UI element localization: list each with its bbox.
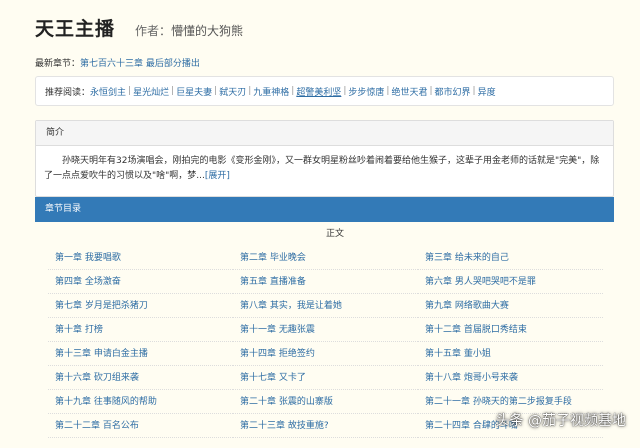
recommend-link[interactable]: 都市幻界 [435,85,471,98]
chapter-link[interactable]: 第十三章 申请白金主播 [55,349,148,359]
chapter-cell: 第二十章 张震的山寨版 [233,390,418,414]
chapter-link[interactable]: 第七章 岁月是把杀猪刀 [55,301,148,311]
chapter-cell: 第十六章 砍刀组来袭 [48,366,233,390]
book-header: 天王主播 作者：懵懂的大狗熊 [35,14,243,48]
chapter-link[interactable]: 第六章 男人哭吧哭吧不是罪 [425,277,536,287]
latest-chapter-label: 最新章节： [35,59,81,69]
recommend-link[interactable]: 超警美利坚 [296,85,341,98]
chapter-cell: 第六章 男人哭吧哭吧不是罪 [418,270,603,294]
book-title: 天王主播 [35,18,116,40]
chapter-cell: 第三章 给未来的自己 [418,246,603,270]
chapter-link[interactable]: 第十四章 拒绝签约 [240,349,315,359]
intro-header: 简介 [36,121,613,146]
latest-chapter-link[interactable]: 第七百六十三章 最后部分播出 [80,59,200,69]
recommend-link[interactable]: 永恒剑主 [90,85,126,98]
chapter-link[interactable]: 第九章 网络歌曲大赛 [425,301,509,311]
separator: | [343,86,347,96]
chapter-link[interactable]: 第二十二章 百名公布 [55,421,139,431]
chapter-cell: 第二章 毕业晚会 [233,246,418,270]
toc-header: 章节目录 [35,197,614,222]
intro-text: 孙晓天明年有32场演唱会，刚拍完的电影《变形金刚》，又一群女明星粉丝吵着闹着要给… [44,156,600,181]
chapter-link[interactable]: 第五章 直播准备 [240,277,306,287]
recommend-label: 推荐阅读： [45,87,91,98]
expand-link[interactable]: [展开] [205,171,230,181]
chapter-link[interactable]: 第四章 全场激奋 [55,277,121,287]
chapter-cell: 第十四章 拒绝签约 [233,342,418,366]
chapter-link[interactable]: 第二十三章 故技重施? [240,421,329,431]
recommend-link[interactable]: 步步惊唐 [348,85,384,98]
separator: | [128,86,132,96]
separator: | [386,86,390,96]
author-name: 懵懂的大狗熊 [171,24,244,38]
recommend-link[interactable]: 巨星夫妻 [176,85,212,98]
watermark: 头条 @茄子视频基地 [495,413,626,429]
chapter-link[interactable]: 第十七章 又卡了 [240,373,306,383]
separator: | [214,86,218,96]
separator: | [429,86,433,96]
chapter-link[interactable]: 第二章 毕业晚会 [240,253,306,263]
chapter-link[interactable]: 第二十一章 孙晓天的第二步报复手段 [425,397,572,407]
author-label: 作者： [135,24,172,38]
recommend-link[interactable]: 弑天刃 [219,85,246,98]
chapter-cell: 第十三章 申请白金主播 [48,342,233,366]
chapter-cell: 第八章 其实，我是让着她 [233,294,418,318]
intro-text-block: 孙晓天明年有32场演唱会，刚拍完的电影《变形金刚》，又一群女明星粉丝吵着闹着要给… [36,146,613,184]
chapter-link[interactable]: 第十二章 首届脱口秀结束 [425,325,527,335]
chapter-link[interactable]: 第十五章 董小姐 [425,349,491,359]
chapter-cell: 第十九章 往事随风的帮助 [48,390,233,414]
separator: | [248,86,252,96]
chapter-cell: 第四章 全场激奋 [48,270,233,294]
latest-chapter-line: 最新章节：第七百六十三章 最后部分播出 [35,56,200,69]
chapter-cell: 第十五章 董小姐 [418,342,603,366]
chapter-link[interactable]: 第一章 我要唱歌 [55,253,121,263]
recommend-bar: 推荐阅读： 永恒剑主 | 星光灿烂 | 巨星夫妻 | 弑天刃 | 九重神格 | 超警美利坚… [35,76,614,106]
author-line: 作者：懵懂的大狗熊 [135,22,243,39]
chapter-link[interactable]: 第十章 打榜 [55,325,103,335]
separator: | [472,86,476,96]
separator: | [171,86,175,96]
chapter-cell: 第十七章 又卡了 [233,366,418,390]
chapter-cell: 第七章 岁月是把杀猪刀 [48,294,233,318]
chapter-cell: 第二十三章 故技重施? [233,414,418,438]
volume-title: 正文 [325,229,344,239]
chapter-cell: 第九章 网络歌曲大赛 [418,294,603,318]
chapter-link[interactable]: 第十九章 往事随风的帮助 [55,397,157,407]
chapter-cell: 第十八章 炮哥小号来袭 [418,366,603,390]
recommend-link[interactable]: 绝世天君 [391,85,427,98]
chapter-link[interactable]: 第八章 其实，我是让着她 [240,301,342,311]
chapter-link[interactable]: 第三章 给未来的自己 [425,253,509,263]
intro-panel: 简介 孙晓天明年有32场演唱会，刚拍完的电影《变形金刚》，又一群女明星粉丝吵着闹… [35,120,614,197]
chapter-cell: 第二十二章 百名公布 [48,414,233,438]
chapter-link[interactable]: 第十八章 炮哥小号来袭 [425,373,518,383]
chapter-link[interactable]: 第十一章 无趣张震 [240,325,315,335]
chapter-link[interactable]: 第二十章 张震的山寨版 [240,397,333,407]
chapter-cell: 第十二章 首届脱口秀结束 [418,318,603,342]
recommend-link[interactable]: 星光灿烂 [133,85,169,98]
chapter-link[interactable]: 第十六章 砍刀组来袭 [55,373,139,383]
chapter-cell: 第十章 打榜 [48,318,233,342]
chapter-cell: 第一章 我要唱歌 [48,246,233,270]
chapter-cell: 第五章 直播准备 [233,270,418,294]
chapter-cell: 第十一章 无趣张震 [233,318,418,342]
separator: | [291,86,295,96]
recommend-link[interactable]: 异度 [478,85,496,98]
recommend-link[interactable]: 九重神格 [253,85,289,98]
